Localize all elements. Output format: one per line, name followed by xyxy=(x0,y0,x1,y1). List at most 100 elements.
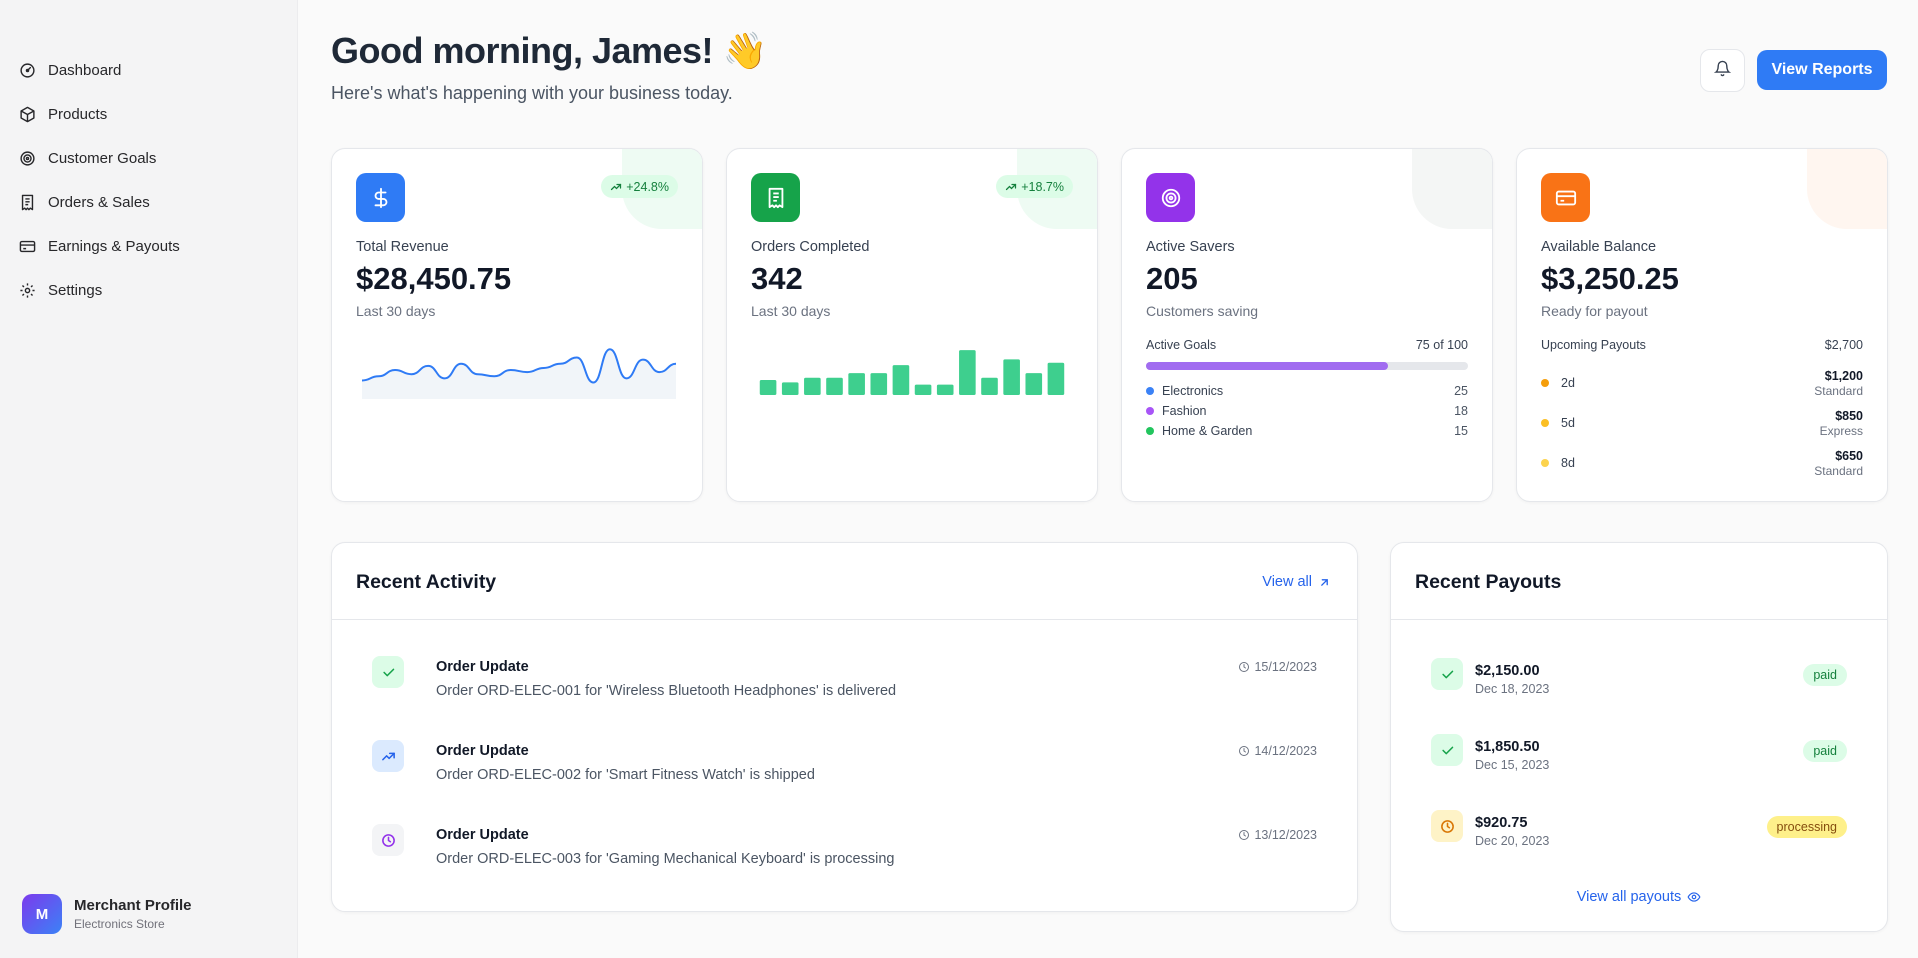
revenue-card: +24.8% Total Revenue $28,450.75 Last 30 … xyxy=(331,148,703,502)
order-bar xyxy=(959,350,976,395)
stat-subtitle: Last 30 days xyxy=(751,303,831,319)
payout-amount: $850 xyxy=(1835,408,1863,423)
receipt-icon xyxy=(18,193,36,211)
panel-header: Recent Activity View all xyxy=(332,543,1357,620)
activity-date-text: 14/12/2023 xyxy=(1254,744,1317,758)
stat-label: Total Revenue xyxy=(356,239,449,255)
upcoming-payout-row: 2d $1,200 Standard xyxy=(1541,363,1863,403)
stat-value: 342 xyxy=(751,261,803,296)
goal-category-row: Fashion 18 xyxy=(1146,401,1468,421)
panel-header: Recent Payouts xyxy=(1391,543,1887,620)
stat-label: Available Balance xyxy=(1541,239,1657,255)
orders-bar-chart xyxy=(759,350,1065,395)
merchant-profile[interactable]: M Merchant Profile Electronics Store xyxy=(22,894,192,934)
activity-status-icon xyxy=(372,656,404,688)
order-bar xyxy=(1003,359,1020,395)
sidebar: Dashboard Products Customer Goals Orders… xyxy=(0,0,298,958)
check-icon xyxy=(1441,746,1453,754)
activity-date: 15/12/2023 xyxy=(1238,660,1317,674)
sidebar-item-settings[interactable]: Settings xyxy=(14,268,283,312)
stat-label: Orders Completed xyxy=(751,239,870,255)
profile-subtitle: Electronics Store xyxy=(74,917,165,931)
payout-date: Dec 20, 2023 xyxy=(1475,834,1550,848)
activity-date-text: 13/12/2023 xyxy=(1254,828,1317,842)
activity-item[interactable]: Order Update Order ORD-ELEC-003 for 'Gami… xyxy=(372,824,1317,908)
order-bar xyxy=(826,377,843,395)
check-icon xyxy=(1441,670,1453,678)
goal-category-row: Electronics 25 xyxy=(1146,381,1468,401)
avatar: M xyxy=(22,894,62,934)
order-bar xyxy=(936,384,954,395)
active-goals-header: Active Goals 75 of 100 xyxy=(1146,338,1468,352)
activity-item[interactable]: Order Update Order ORD-ELEC-001 for 'Wire… xyxy=(372,656,1317,740)
notifications-button[interactable] xyxy=(1700,49,1745,92)
order-bar xyxy=(804,377,821,395)
category-dot xyxy=(1146,427,1154,435)
view-reports-button[interactable]: View Reports xyxy=(1757,50,1887,90)
box-icon xyxy=(18,105,36,123)
balance-card: Available Balance $3,250.25 Ready for pa… xyxy=(1516,148,1888,502)
dollar-icon xyxy=(356,173,405,222)
stat-value: $3,250.25 xyxy=(1541,261,1679,296)
category-name: Home & Garden xyxy=(1162,424,1253,438)
sidebar-item-label: Orders & Sales xyxy=(48,193,150,211)
payout-amount: $1,850.50 xyxy=(1475,739,1540,755)
activity-title: Order Update xyxy=(436,659,529,675)
view-all-payouts-link[interactable]: View all payouts xyxy=(1391,889,1887,905)
orders-trend-badge: +18.7% xyxy=(996,175,1073,198)
sidebar-item-earnings-payouts[interactable]: Earnings & Payouts xyxy=(14,224,283,268)
payout-dot xyxy=(1541,379,1549,387)
upcoming-payouts-label: Upcoming Payouts xyxy=(1541,338,1646,352)
revenue-trend-badge: +24.8% xyxy=(601,175,678,198)
payout-status-icon xyxy=(1431,734,1463,766)
arrow-up-right-icon xyxy=(1321,578,1328,586)
category-dot xyxy=(1146,407,1154,415)
status-badge: processing xyxy=(1766,816,1847,838)
payout-amount: $1,200 xyxy=(1824,368,1863,383)
payout-item[interactable]: $2,150.00 Dec 18, 2023 paid xyxy=(1431,658,1847,734)
goal-category-list: Electronics 25 Fashion 18 Home & Garden 15 xyxy=(1146,381,1468,441)
clock-icon xyxy=(1239,830,1250,840)
sidebar-item-label: Dashboard xyxy=(48,61,122,79)
clock-icon xyxy=(1239,662,1250,672)
order-bar xyxy=(870,373,888,395)
bell-icon xyxy=(1713,60,1732,82)
sidebar-item-products[interactable]: Products xyxy=(14,92,283,136)
payout-item[interactable]: $1,850.50 Dec 15, 2023 paid xyxy=(1431,734,1847,810)
clock-icon xyxy=(1239,746,1250,756)
target-icon xyxy=(1146,173,1195,222)
wallet-icon xyxy=(1541,173,1590,222)
main-content: Good morning, James! 👋 Here's what's hap… xyxy=(298,0,1918,958)
stat-value: 205 xyxy=(1146,261,1198,296)
card-decoration xyxy=(1807,149,1887,229)
activity-date: 14/12/2023 xyxy=(1238,744,1317,758)
payout-amount: $650 xyxy=(1835,448,1863,463)
goal-category-row: Home & Garden 15 xyxy=(1146,421,1468,441)
payout-item[interactable]: $920.75 Dec 20, 2023 processing xyxy=(1431,810,1847,886)
activity-date: 13/12/2023 xyxy=(1238,828,1317,842)
activity-description: Order ORD-ELEC-003 for 'Gaming Mechanica… xyxy=(436,851,895,867)
payout-type: Standard xyxy=(1814,383,1863,398)
panel-title: Recent Payouts xyxy=(1415,571,1562,593)
payout-dot xyxy=(1541,459,1549,467)
trending-up-icon xyxy=(1006,183,1017,190)
sidebar-item-orders-sales[interactable]: Orders & Sales xyxy=(14,180,283,224)
payout-dot xyxy=(1541,419,1549,427)
category-count: 15 xyxy=(1454,424,1468,438)
sidebar-item-label: Earnings & Payouts xyxy=(48,237,180,255)
payout-days: 8d xyxy=(1561,456,1575,470)
payout-status-icon xyxy=(1431,810,1463,842)
sidebar-item-customer-goals[interactable]: Customer Goals xyxy=(14,136,283,180)
payout-amount: $920.75 xyxy=(1475,815,1528,831)
orders-card: +18.7% Orders Completed 342 Last 30 days xyxy=(726,148,1098,502)
order-bar xyxy=(1047,362,1065,395)
view-all-activity-link[interactable]: View all xyxy=(1262,574,1331,590)
receipt-icon xyxy=(751,173,800,222)
sidebar-item-dashboard[interactable]: Dashboard xyxy=(14,48,283,92)
panel-title: Recent Activity xyxy=(356,571,497,593)
stat-subtitle: Last 30 days xyxy=(356,303,436,319)
check-icon xyxy=(382,668,394,676)
order-bar xyxy=(1025,373,1043,395)
activity-item[interactable]: Order Update Order ORD-ELEC-002 for 'Smar… xyxy=(372,740,1317,824)
recent-activity-panel: Recent Activity View all Order Update Ord… xyxy=(331,542,1358,912)
